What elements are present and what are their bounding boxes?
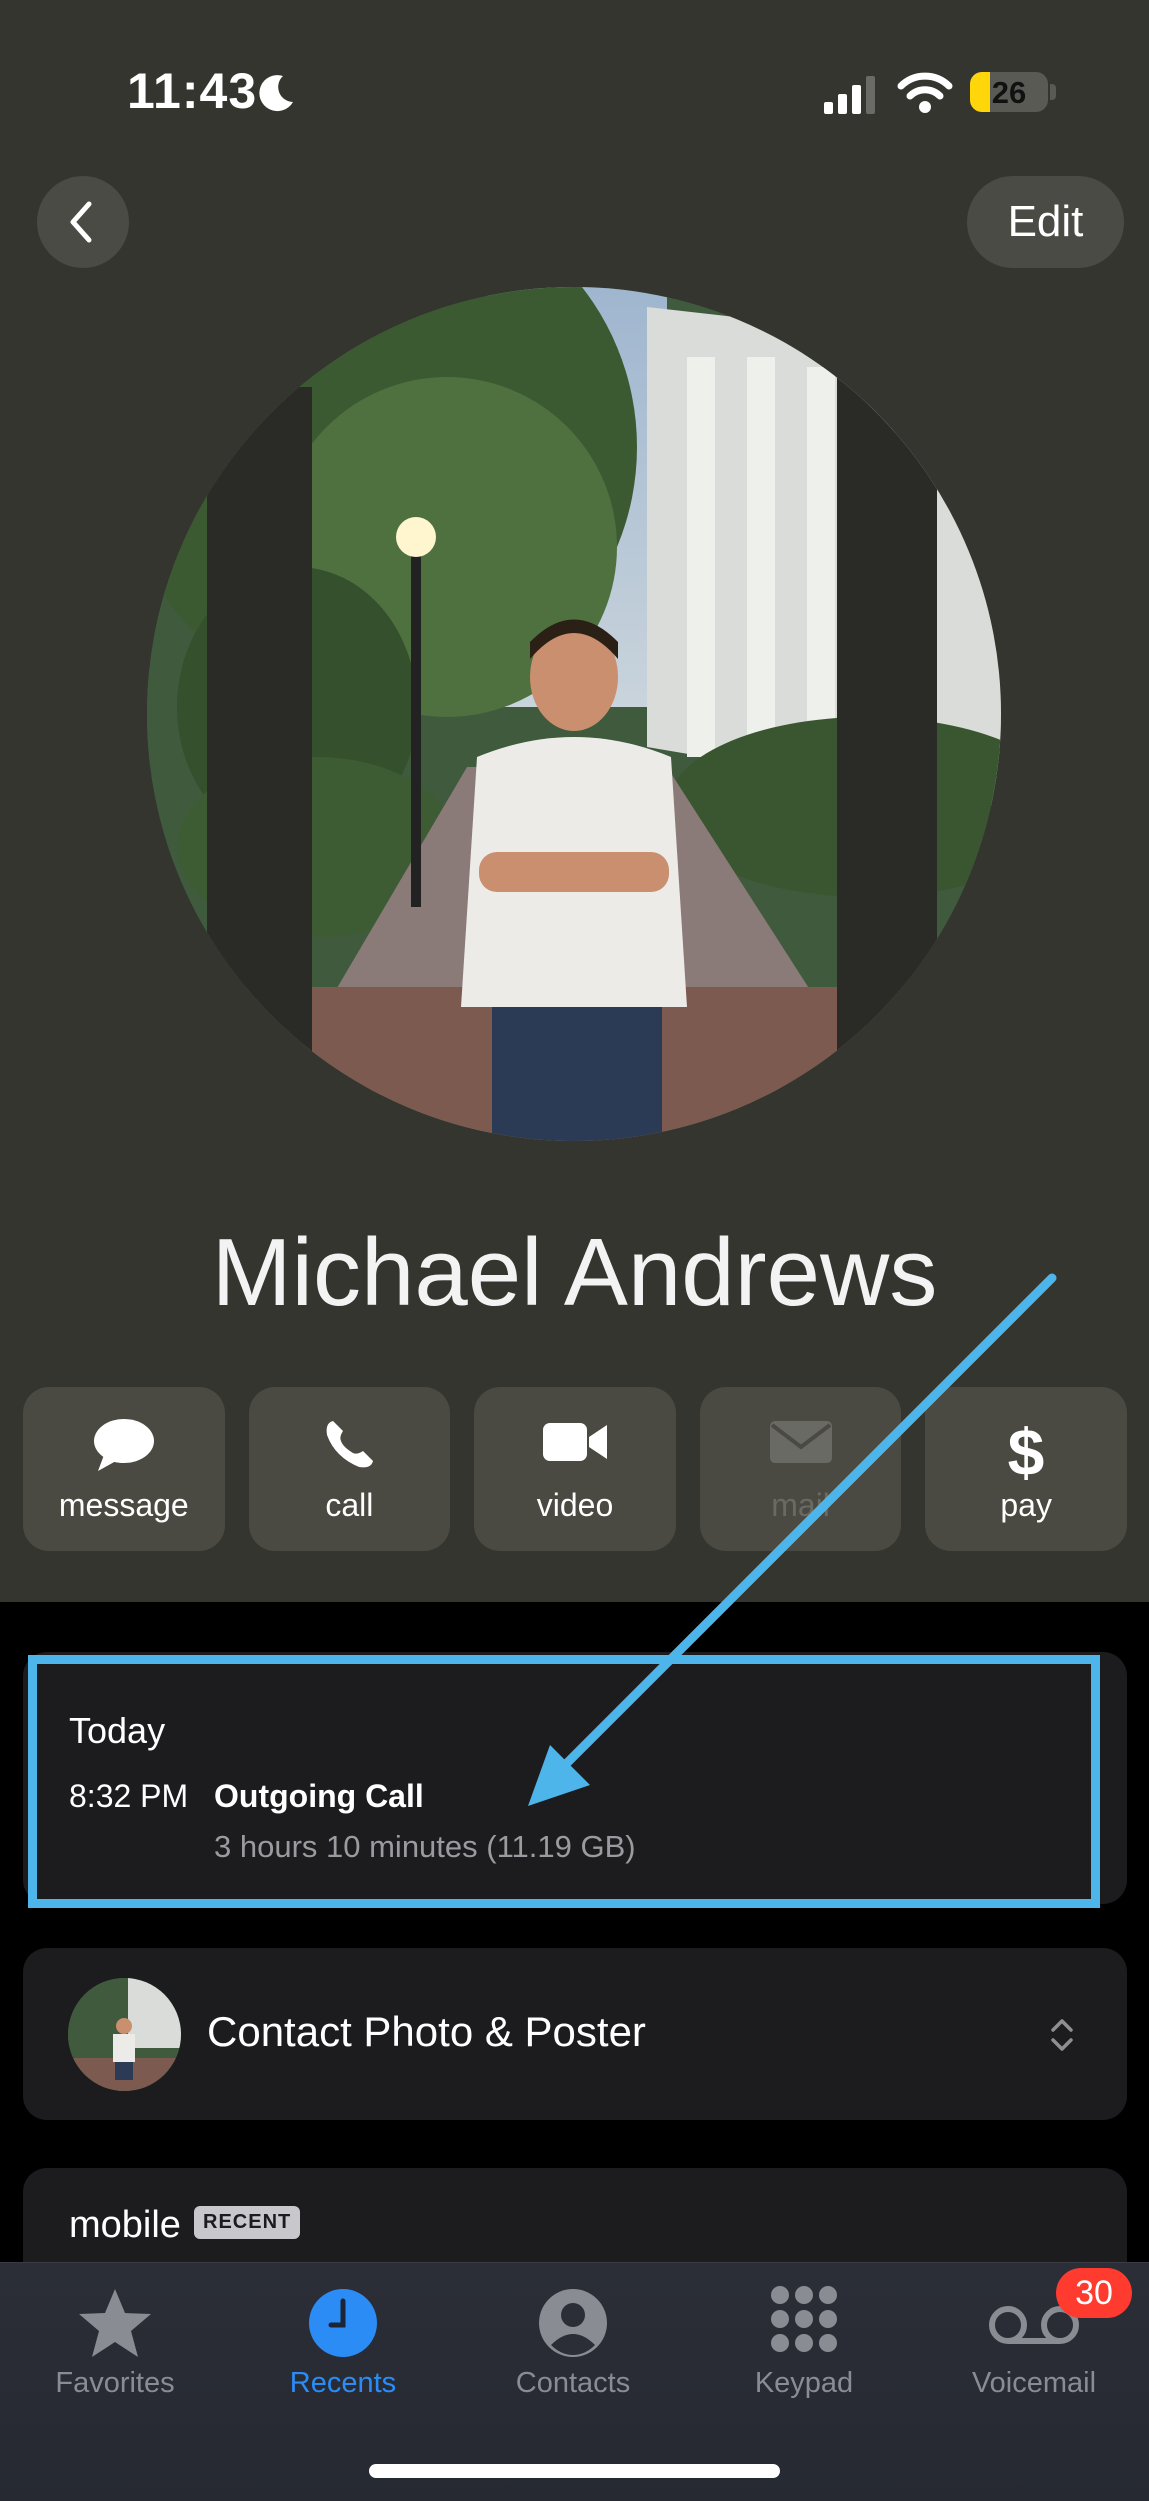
pay-button[interactable]: $ pay bbox=[925, 1387, 1127, 1551]
video-camera-icon bbox=[542, 1423, 607, 1461]
phone-label: mobile bbox=[69, 2204, 181, 2246]
contact-photo[interactable] bbox=[147, 287, 1001, 1141]
person-circle-icon bbox=[539, 2289, 607, 2357]
tab-recents-label: Recents bbox=[289, 2367, 397, 2399]
recent-badge: RECENT bbox=[194, 2206, 301, 2239]
chevron-left-icon bbox=[70, 201, 92, 243]
call-label: call bbox=[325, 1487, 374, 1523]
contact-name: Michael Andrews bbox=[211, 1219, 938, 1326]
annotation-highlight-box bbox=[28, 1655, 1100, 1908]
tab-keypad-label: Keypad bbox=[754, 2367, 854, 2399]
tab-contacts[interactable]: Contacts bbox=[458, 2263, 688, 2433]
action-buttons: message call video mail $ pay bbox=[23, 1387, 1127, 1551]
home-indicator[interactable] bbox=[369, 2464, 780, 2478]
avatar-image bbox=[68, 1978, 181, 2091]
battery-indicator: 26 bbox=[970, 72, 1048, 112]
contact-photo-poster-row[interactable]: Contact Photo & Poster bbox=[23, 1948, 1127, 2120]
call-button[interactable]: call bbox=[248, 1387, 451, 1551]
clock-icon bbox=[309, 2289, 377, 2357]
message-bubble-icon bbox=[93, 1419, 154, 1471]
phone-icon bbox=[326, 1421, 374, 1468]
moon-icon bbox=[259, 75, 293, 112]
chevron-up-down-icon bbox=[1051, 2019, 1073, 2051]
back-button[interactable] bbox=[37, 176, 129, 268]
mail-label: mail bbox=[771, 1487, 830, 1523]
poster-label: Contact Photo & Poster bbox=[207, 2008, 646, 2055]
tab-recents[interactable]: Recents bbox=[228, 2263, 458, 2433]
svg-text:$: $ bbox=[1008, 1417, 1045, 1483]
video-button[interactable]: video bbox=[474, 1387, 676, 1551]
contact-photo-image bbox=[147, 287, 1001, 1141]
tab-voicemail-label: Voicemail bbox=[971, 2367, 1097, 2399]
tab-contacts-label: Contacts bbox=[515, 2367, 631, 2399]
battery-tip bbox=[1050, 84, 1056, 100]
status-time: 11:43 bbox=[127, 63, 258, 119]
pay-label: pay bbox=[1000, 1487, 1052, 1523]
voicemail-badge: 30 bbox=[1056, 2268, 1132, 2318]
signal-icon bbox=[824, 76, 875, 114]
tab-favorites[interactable]: Favorites bbox=[0, 2263, 230, 2433]
tab-keypad[interactable]: Keypad bbox=[689, 2263, 919, 2433]
poster-avatar bbox=[68, 1978, 181, 2091]
tab-favorites-label: Favorites bbox=[55, 2367, 175, 2399]
video-label: video bbox=[536, 1487, 614, 1523]
star-icon bbox=[79, 2289, 151, 2357]
dollar-icon: $ bbox=[1008, 1417, 1045, 1483]
mail-button[interactable]: mail bbox=[699, 1387, 902, 1551]
keypad-icon bbox=[771, 2286, 837, 2352]
message-button[interactable]: message bbox=[23, 1387, 225, 1551]
message-label: message bbox=[58, 1487, 189, 1523]
envelope-icon bbox=[769, 1421, 832, 1463]
battery-level: 26 bbox=[991, 75, 1027, 110]
wifi-icon bbox=[897, 72, 953, 113]
edit-button[interactable]: Edit bbox=[967, 176, 1124, 268]
